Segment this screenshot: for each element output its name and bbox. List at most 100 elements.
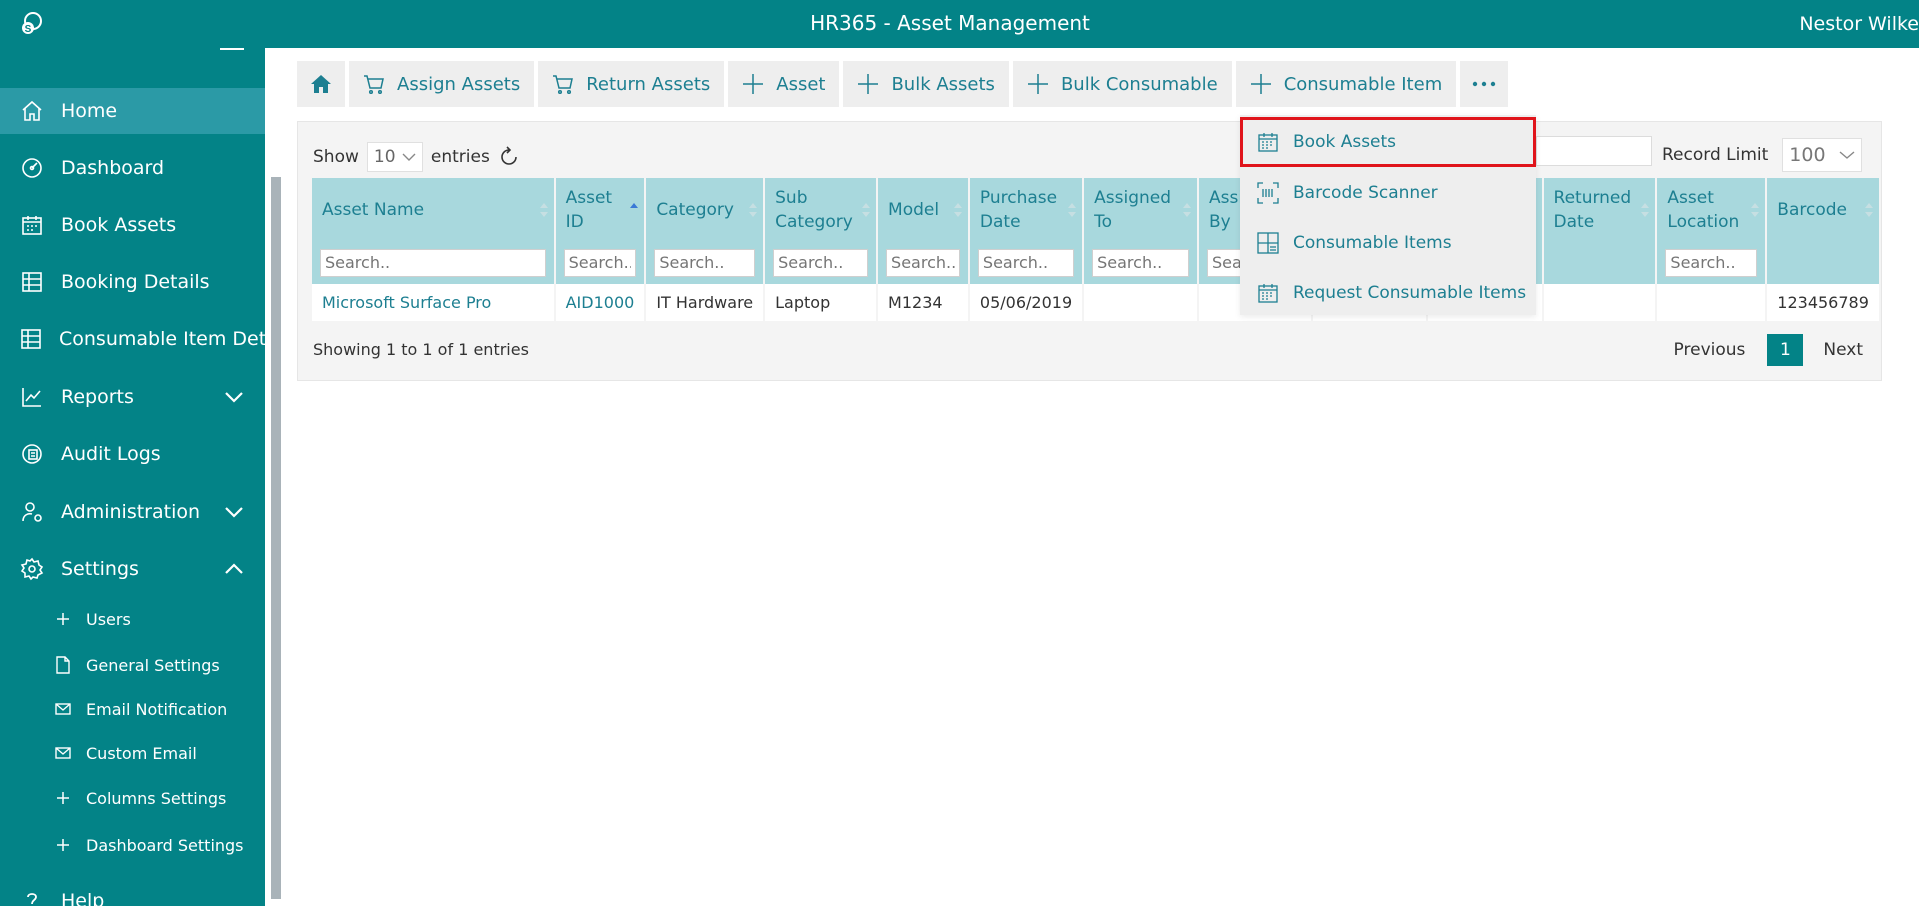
sidebar-item-label: Audit Logs (61, 443, 161, 465)
column-header[interactable]: Assigned To (1083, 178, 1199, 241)
column-header[interactable]: Model (877, 178, 970, 241)
pagination: Previous 1 Next (1674, 334, 1863, 366)
chevron-down-icon[interactable] (223, 501, 245, 523)
sidebar-subitem-dashboard-settings[interactable]: Dashboard Settings (0, 827, 265, 863)
sidebar-item-help[interactable]: Help (0, 878, 265, 906)
sidebar-item-settings[interactable]: Settings (0, 546, 265, 592)
column-header[interactable]: Returned Date (1542, 178, 1658, 241)
entries-select[interactable]: 10 (366, 142, 423, 172)
sidebar-subitem-users[interactable]: Users (0, 601, 265, 637)
user-name[interactable]: Nestor Wilke (1799, 13, 1919, 35)
sort-icon (1068, 203, 1077, 217)
filter-input[interactable] (563, 248, 637, 277)
sidebar-item-administration[interactable]: Administration (0, 489, 265, 535)
consumable-item-button[interactable]: Consumable Item (1235, 61, 1457, 107)
table-cell (1542, 284, 1658, 321)
sort-icon (1183, 203, 1191, 217)
column-header[interactable]: Sub Category (764, 178, 879, 241)
barcode-scanner-icon (1256, 181, 1280, 205)
bulk-consumable-button[interactable]: Bulk Consumable (1012, 61, 1232, 107)
column-header[interactable]: Asset ID (554, 178, 647, 241)
record-limit-control: Record Limit 100 (1662, 138, 1863, 172)
gear-icon (19, 556, 45, 582)
home-button[interactable] (297, 61, 345, 107)
menu-item-book-assets[interactable]: Book Assets (1240, 117, 1536, 167)
table-cell: Laptop (764, 284, 879, 321)
table-header-row: Asset Name Asset ID Category Sub Categor… (312, 178, 1881, 241)
filter-input[interactable] (1665, 248, 1758, 277)
plus-icon (54, 610, 72, 628)
table-cell (1083, 284, 1199, 321)
chevron-up-icon[interactable] (223, 558, 245, 580)
sidebar-item-book-assets[interactable]: Book Assets (0, 202, 265, 248)
sidebar-item-dashboard[interactable]: Dashboard (0, 145, 265, 191)
asset-id-link[interactable]: AID1000 (554, 284, 647, 321)
global-search-input[interactable] (1536, 136, 1652, 166)
sort-icon (539, 203, 548, 217)
cart-icon (553, 75, 574, 94)
sidebar-item-label: Booking Details (61, 271, 210, 293)
sidebar-subitem-email-notification[interactable]: Email Notification (0, 691, 265, 727)
sidebar-scrollbar[interactable] (271, 177, 281, 899)
entries-value: 10 (373, 147, 396, 167)
entries-control: Show 10 entries (313, 142, 520, 172)
add-asset-button[interactable]: Asset (728, 61, 840, 107)
column-header[interactable]: Asset Name (312, 178, 556, 241)
asset-name-link[interactable]: Microsoft Surface Pro (312, 284, 556, 321)
filter-input[interactable] (654, 248, 756, 277)
calendar-icon (1256, 281, 1280, 305)
sidebar-item-home[interactable]: Home (0, 88, 265, 134)
menu-item-consumable-items[interactable]: Consumable Items (1240, 218, 1536, 268)
assign-assets-button[interactable]: Assign Assets (349, 61, 535, 107)
bulk-assets-button[interactable]: Bulk Assets (843, 61, 1009, 107)
refresh-icon[interactable] (498, 146, 520, 168)
filter-cell (1766, 241, 1881, 284)
sidebar-item-label: Reports (61, 386, 134, 408)
table-cell: 123456789 (1766, 284, 1881, 321)
sidebar-item-label: Home (61, 100, 118, 122)
menu-item-request-consumable-items[interactable]: Request Consumable Items (1240, 268, 1536, 318)
sidebar-item-booking-details[interactable]: Booking Details (0, 259, 265, 305)
record-limit-select[interactable]: 100 (1782, 138, 1863, 172)
sidebar: Home Dashboard Book Assets Booking Detai… (0, 48, 265, 906)
audit-icon (19, 441, 45, 467)
home-icon (19, 98, 45, 124)
more-button[interactable] (1460, 61, 1509, 107)
sort-icon (749, 203, 758, 217)
sort-icon (953, 203, 962, 217)
table-cell (1656, 284, 1768, 321)
sidebar-item-consumable-item-details[interactable]: Consumable Item Details (0, 316, 265, 362)
sidebar-subitem-general-settings[interactable]: General Settings (0, 647, 265, 683)
record-limit-value: 100 (1789, 144, 1826, 166)
menu-item-barcode-scanner[interactable]: Barcode Scanner (1240, 168, 1536, 218)
filter-input[interactable] (1092, 248, 1189, 277)
sidebar-item-label: Dashboard (61, 157, 165, 179)
next-button[interactable]: Next (1823, 340, 1863, 360)
sidebar-subitem-custom-email[interactable]: Custom Email (0, 735, 265, 771)
filter-input[interactable] (886, 248, 960, 277)
return-assets-button[interactable]: Return Assets (538, 61, 725, 107)
column-header[interactable]: Barcode (1766, 178, 1881, 241)
sidebar-item-label: Consumable Item Details (59, 328, 265, 350)
sort-icon (1751, 203, 1760, 217)
sidebar-collapse-handle[interactable] (220, 48, 244, 50)
assets-table: Asset Name Asset ID Category Sub Categor… (312, 178, 1881, 321)
filter-input[interactable] (320, 248, 546, 277)
sort-icon (1641, 203, 1650, 217)
column-header[interactable]: Asset Location (1656, 178, 1768, 241)
sidebar-item-reports[interactable]: Reports (0, 374, 265, 420)
record-limit-label: Record Limit (1662, 145, 1769, 165)
sidebar-item-audit-logs[interactable]: Audit Logs (0, 431, 265, 477)
column-header[interactable]: Category (645, 178, 766, 241)
page-1-button[interactable]: 1 (1767, 334, 1804, 366)
filter-input[interactable] (773, 248, 869, 277)
filter-input[interactable] (977, 248, 1075, 277)
grid-list-icon (1256, 231, 1280, 255)
previous-button[interactable]: Previous (1674, 340, 1746, 360)
assign-assets-label: Assign Assets (397, 73, 521, 95)
more-menu: Book Assets Barcode Scanner Consumable I… (1240, 115, 1536, 315)
column-header[interactable]: Purchase Date (968, 178, 1085, 241)
sidebar-subitem-columns-settings[interactable]: Columns Settings (0, 780, 265, 816)
table-cell: 05/06/2019 (968, 284, 1085, 321)
chevron-down-icon[interactable] (223, 386, 245, 408)
